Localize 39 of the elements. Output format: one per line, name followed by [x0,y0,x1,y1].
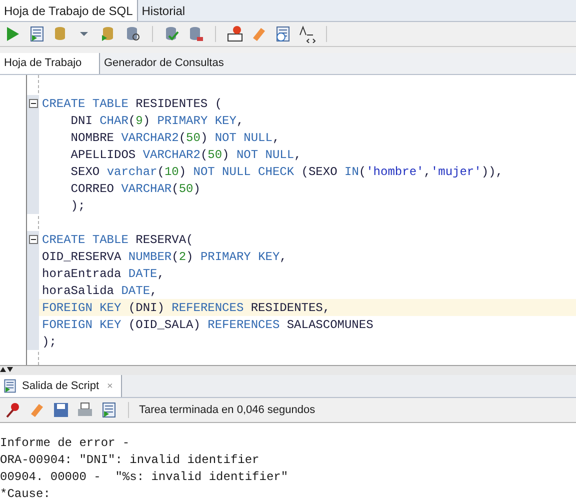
output-line: Informe de error - [0,435,131,452]
database-check-icon[interactable] [163,25,181,43]
code-line: OID_RESERVA NUMBER(2) PRIMARY KEY, [41,248,287,266]
tab[interactable]: Historial [138,0,190,21]
code-line: DNI CHAR(9) PRIMARY KEY, [70,112,244,130]
code-line: FOREIGN KEY (OID_SALA) REFERENCES SALASCOMUNES [41,316,374,334]
save-icon[interactable] [52,401,70,419]
clock-icon[interactable] [274,25,292,43]
code-line: NOMBRE VARCHAR2(50) NOT NULL, [70,130,280,146]
code-line: SEXO varchar(10) NOT NULL CHECK (SEXO IN('hombre','mujer')), [70,164,503,180]
tab[interactable]: Hoja de Trabajo de SQL [0,0,138,21]
tab[interactable]: Generador de Consultas [100,53,228,74]
output-line: 00904. 00000 - "%s: invalid identifier" [0,469,290,486]
database-search-icon[interactable] [124,25,142,43]
script-icon [2,378,18,394]
code-line: CREATE TABLE RESERVA( [41,232,194,248]
output-line: *Cause: [0,486,52,503]
code-line: ); [41,334,56,350]
code-line: CORREO VARCHAR(50) [70,180,200,198]
collapse-icon[interactable] [28,99,38,108]
output-tab[interactable]: Salida de Script × [0,375,122,397]
pin-icon[interactable] [4,401,22,419]
status-text: Tarea terminada en 0,046 segundos [139,402,316,418]
code-line: APELLIDOS VARCHAR2(50) NOT NULL, [70,146,302,164]
database-undo-icon[interactable] [187,25,205,43]
code-line: FOREIGN KEY (DNI) REFERENCES RESIDENTES, [41,300,330,316]
tab[interactable]: Hoja de Trabajo [0,53,100,74]
font-icon[interactable] [298,25,316,43]
tab-label: Salida de Script [22,378,100,394]
code-line: ); [70,198,86,214]
script-icon[interactable] [28,25,46,43]
print-icon[interactable] [76,401,94,419]
code-line: CREATE TABLE RESIDENTES ( [41,96,222,112]
output-line: ORA-00904: "DNI": invalid identifier [0,452,260,469]
code-line: horaSalida DATE, [41,282,158,300]
splitter-arrows-icon[interactable] [0,366,14,372]
script-icon[interactable] [100,401,118,419]
code-line: horaEntrada DATE, [41,266,164,282]
collapse-icon[interactable] [28,235,38,244]
